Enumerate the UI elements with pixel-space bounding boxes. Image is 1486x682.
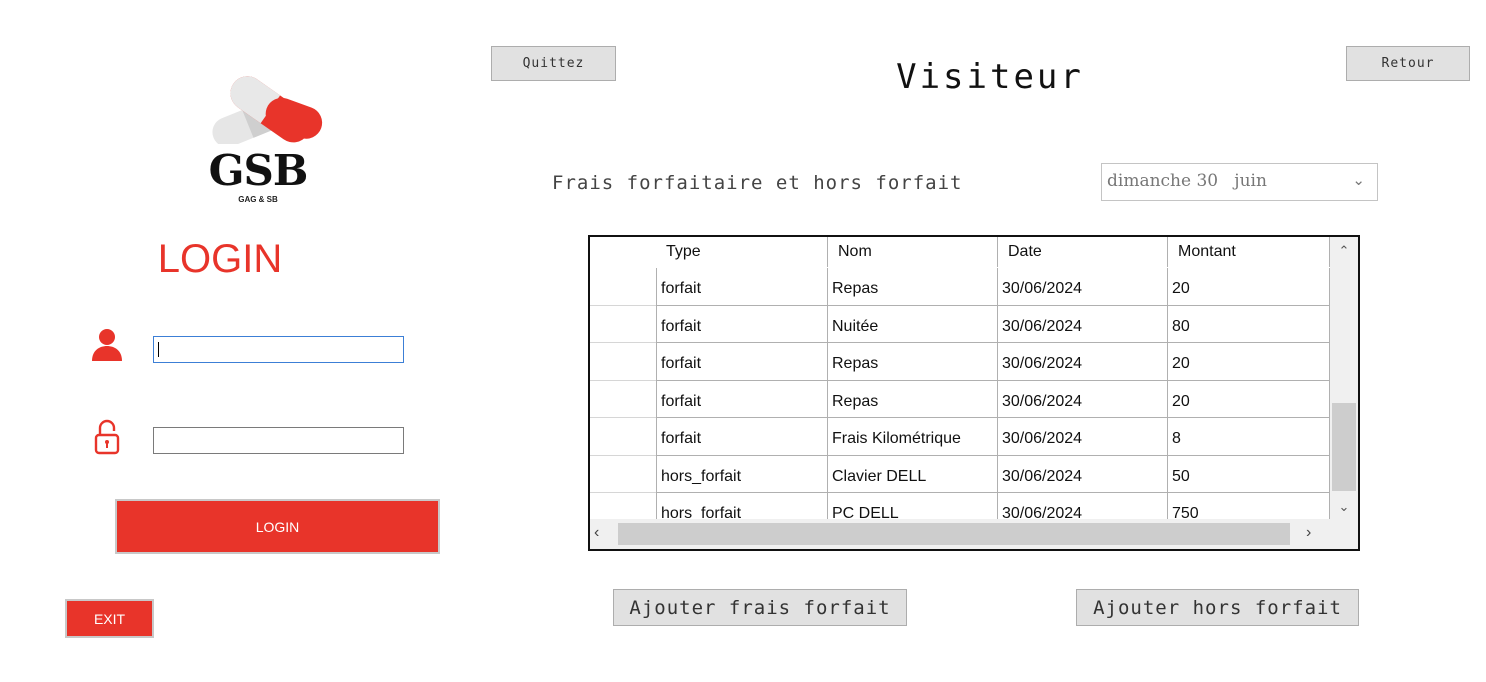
grid-cell-nom[interactable]: Frais Kilométrique [828, 418, 998, 456]
horizontal-scrollbar[interactable]: ‹ › [590, 519, 1330, 549]
add-forfait-button[interactable]: Ajouter frais forfait [613, 589, 907, 626]
text-caret [158, 342, 159, 357]
grid-cell-montant[interactable]: 20 [1168, 380, 1330, 418]
username-field[interactable] [153, 336, 404, 363]
grid-cell-montant[interactable]: 20 [1168, 268, 1330, 306]
user-icon [90, 328, 124, 362]
login-title: LOGIN [157, 237, 283, 281]
grid-cell-date[interactable]: 30/06/2024 [998, 305, 1168, 343]
date-picker-value: dimanche 30 juin [1107, 171, 1267, 191]
grid-cell-montant[interactable]: 20 [1168, 343, 1330, 381]
grid-cell-type[interactable]: forfait [656, 305, 828, 343]
login-button[interactable]: LOGIN [115, 499, 440, 554]
grid-cell-montant[interactable]: 750 [1168, 493, 1330, 519]
row-header[interactable] [590, 493, 656, 519]
row-header[interactable] [590, 268, 656, 306]
grid-cell-date[interactable]: 30/06/2024 [998, 455, 1168, 493]
column-header-montant[interactable]: Montant [1168, 237, 1330, 267]
back-button[interactable]: Retour [1346, 46, 1470, 81]
scroll-left-icon[interactable]: ‹ [594, 524, 599, 542]
grid-body: Type Nom Date Montant forfait Repas 30/06/2024… [590, 237, 1330, 519]
scroll-down-icon[interactable]: ⌄ [1330, 499, 1358, 515]
row-header[interactable] [590, 381, 656, 418]
grid-cell-nom[interactable]: Repas [828, 380, 998, 418]
add-hors-forfait-button[interactable]: Ajouter hors forfait [1076, 589, 1359, 626]
column-header-type[interactable]: Type [656, 237, 828, 267]
row-header[interactable] [590, 343, 656, 381]
vertical-scroll-thumb[interactable] [1332, 403, 1356, 491]
grid-cell-type[interactable]: forfait [656, 268, 828, 306]
scrollbar-corner [1330, 519, 1358, 549]
grid-cell-date[interactable]: 30/06/2024 [998, 343, 1168, 381]
grid-cell-montant[interactable]: 80 [1168, 305, 1330, 343]
quit-button[interactable]: Quittez [491, 46, 616, 81]
logo-brand: GSB [208, 146, 309, 195]
grid-cell-montant[interactable]: 8 [1168, 418, 1330, 456]
grid-cell-nom[interactable]: Repas [828, 343, 998, 381]
grid-cell-nom[interactable]: Nuitée [828, 305, 998, 343]
grid-cell-type[interactable]: forfait [656, 343, 828, 381]
pill-capsules-logo [212, 76, 323, 144]
grid-cell-montant[interactable]: 50 [1168, 455, 1330, 493]
vertical-scrollbar[interactable]: ⌃ ⌄ [1330, 237, 1358, 519]
section-title: Frais forfaitaire et hors forfait [552, 172, 963, 194]
chevron-down-icon[interactable]: ⌄ [1352, 171, 1365, 189]
row-header[interactable] [590, 418, 656, 456]
login-button-label: LOGIN [119, 503, 436, 550]
grid-cell-nom[interactable]: Repas [828, 268, 998, 306]
grid-cell-type[interactable]: hors_forfait [656, 493, 828, 519]
grid-cell-nom[interactable]: PC DELL [828, 493, 998, 519]
grid-cell-nom[interactable]: Clavier DELL [828, 455, 998, 493]
scroll-right-icon[interactable]: › [1306, 524, 1311, 542]
grid-cell-date[interactable]: 30/06/2024 [998, 268, 1168, 306]
column-header-date[interactable]: Date [998, 237, 1168, 267]
row-header[interactable] [590, 306, 656, 343]
grid-cell-date[interactable]: 30/06/2024 [998, 493, 1168, 519]
column-header-nom[interactable]: Nom [828, 237, 998, 267]
grid-cell-type[interactable]: hors_forfait [656, 455, 828, 493]
horizontal-scroll-thumb[interactable] [618, 523, 1290, 545]
expenses-grid[interactable]: Type Nom Date Montant forfait Repas 30/06/2024… [588, 235, 1360, 551]
date-picker[interactable]: dimanche 30 juin ⌄ [1101, 163, 1378, 201]
gsb-logo: GSB GAG & SB [188, 64, 328, 214]
grid-cell-type[interactable]: forfait [656, 418, 828, 456]
page-title: Visiteur [896, 57, 1084, 97]
exit-button[interactable]: EXIT [65, 599, 154, 638]
grid-cell-date[interactable]: 30/06/2024 [998, 418, 1168, 456]
grid-cell-type[interactable]: forfait [656, 380, 828, 418]
scroll-up-icon[interactable]: ⌃ [1330, 243, 1358, 259]
lock-icon [94, 418, 120, 456]
logo-tagline: GAG & SB [238, 195, 278, 204]
row-header[interactable] [590, 456, 656, 493]
password-field[interactable] [153, 427, 404, 454]
grid-cell-date[interactable]: 30/06/2024 [998, 380, 1168, 418]
